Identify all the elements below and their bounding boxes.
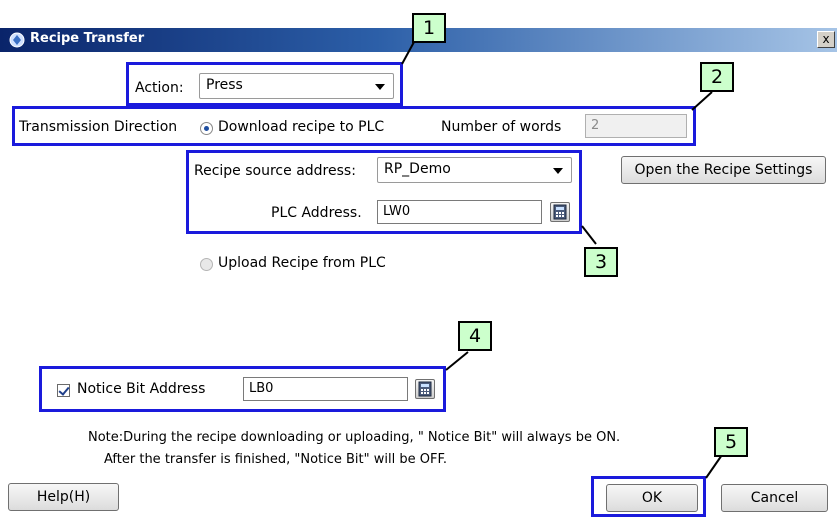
window-title: Recipe Transfer xyxy=(30,31,145,46)
open-recipe-settings-button[interactable]: Open the Recipe Settings xyxy=(621,156,826,184)
highlight-box-transmission xyxy=(12,106,696,146)
app-icon xyxy=(9,32,25,48)
cancel-button[interactable]: Cancel xyxy=(721,484,828,512)
upload-option-label: Upload Recipe from PLC xyxy=(218,255,386,271)
highlight-box-notice xyxy=(39,366,446,412)
callout-3: 3 xyxy=(584,247,618,277)
highlight-box-ok xyxy=(591,476,706,517)
callout-1: 1 xyxy=(412,13,446,43)
upload-radio[interactable] xyxy=(200,258,213,271)
close-button[interactable]: x xyxy=(817,31,835,48)
highlight-box-action xyxy=(126,62,403,106)
callout-4: 4 xyxy=(458,321,492,351)
help-button[interactable]: Help(H) xyxy=(8,483,119,511)
callout-2: 2 xyxy=(700,62,734,92)
note-line-1: Note:During the recipe downloading or up… xyxy=(88,430,621,445)
highlight-box-recipe xyxy=(186,150,582,234)
callout-5: 5 xyxy=(714,427,748,457)
note-line-2: After the transfer is finished, "Notice … xyxy=(104,452,447,467)
